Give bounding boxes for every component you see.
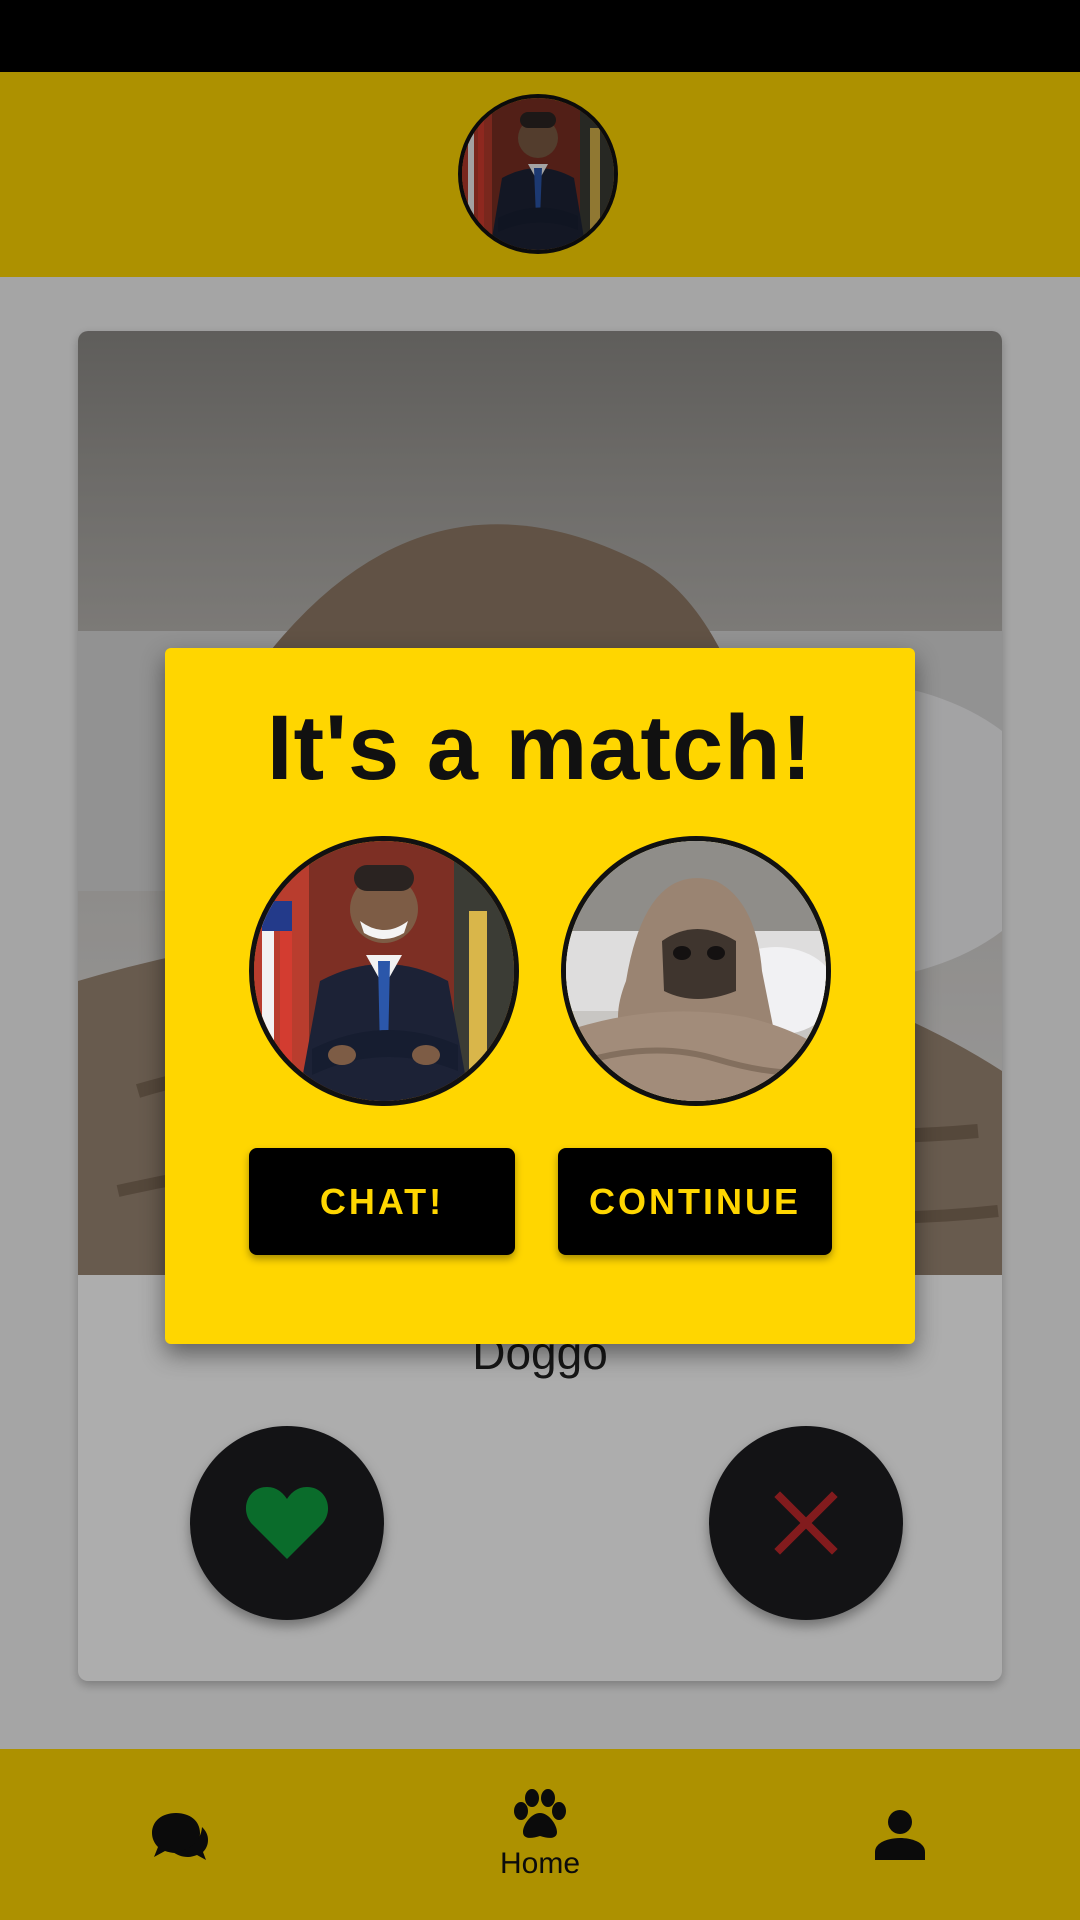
- match-pet-avatar: [561, 836, 831, 1106]
- match-dialog: It's a match! CHAT! CONTINUE: [165, 648, 915, 1344]
- match-user-avatar: [249, 836, 519, 1106]
- user-avatar-photo-icon: [254, 841, 514, 1101]
- pug-avatar-photo-icon: [566, 841, 826, 1101]
- app-screen: Doggo Home It's a match! CHAT! CONTINUE: [0, 0, 1080, 1920]
- continue-button[interactable]: CONTINUE: [558, 1148, 832, 1255]
- chat-button[interactable]: CHAT!: [249, 1148, 515, 1255]
- match-title: It's a match!: [266, 697, 814, 799]
